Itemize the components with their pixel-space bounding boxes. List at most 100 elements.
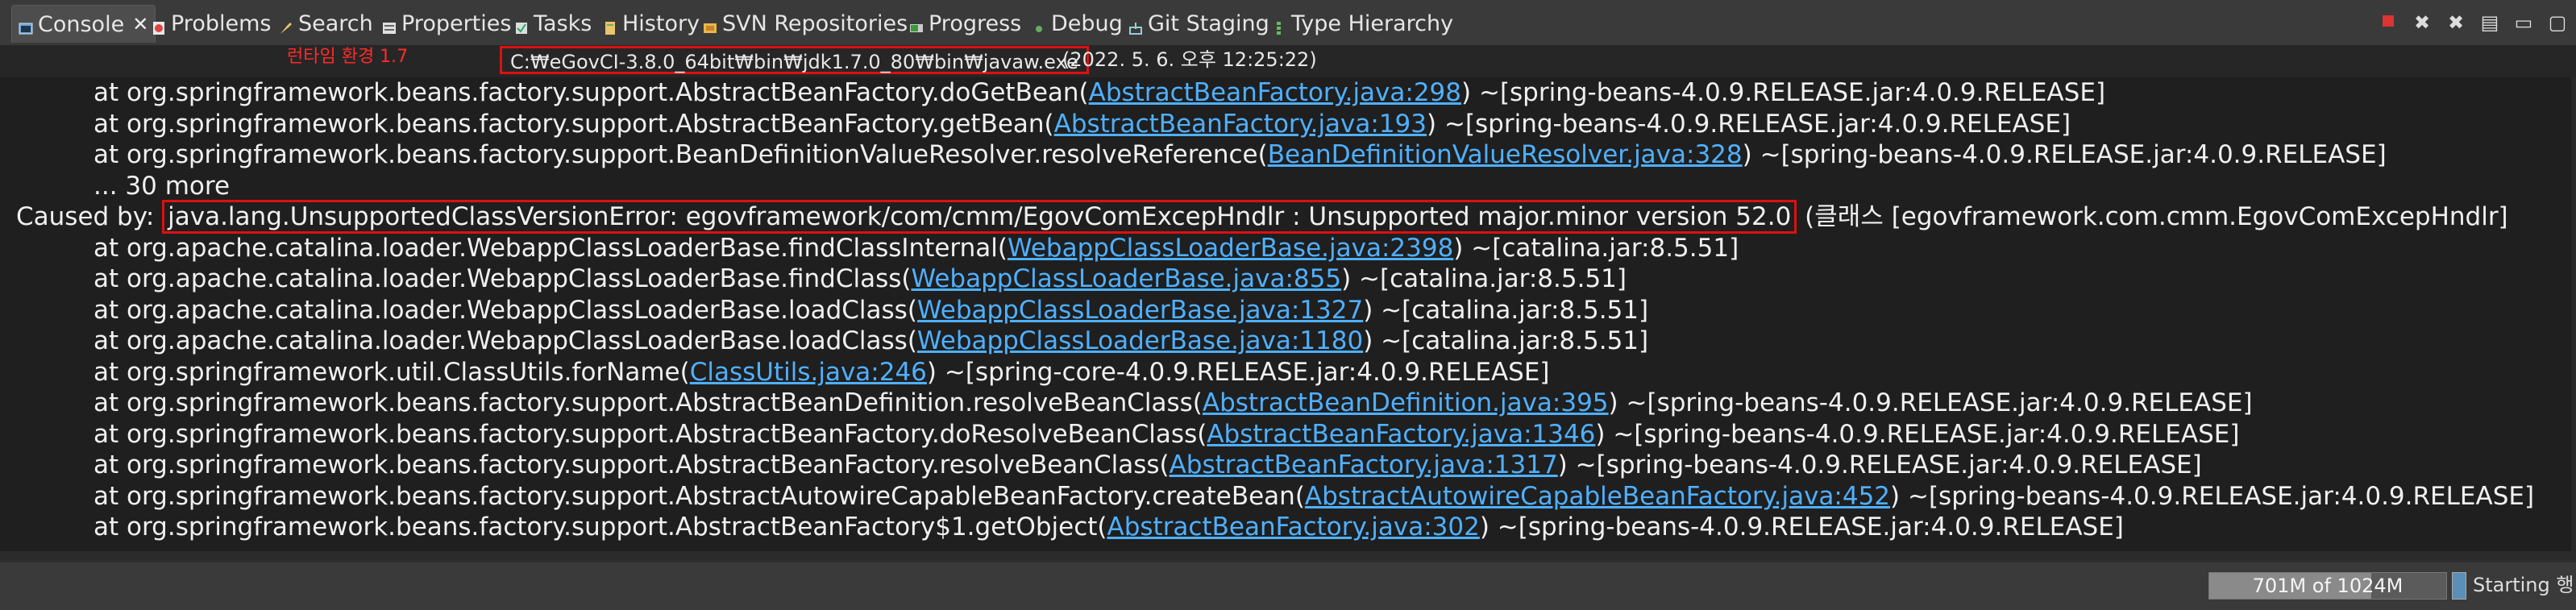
status-bar — [0, 561, 2576, 610]
stack-text: at org.apache.catalina.loader.WebappClas… — [93, 264, 912, 293]
tab-label: Debug — [1051, 10, 1123, 36]
stack-suffix: ) ~[spring-beans-4.0.9.RELEASE.jar:4.0.9… — [1595, 420, 2240, 449]
tab-label: Progress — [929, 10, 1022, 36]
tab-label: Git Staging — [1148, 10, 1269, 36]
tab-type-hierarchy[interactable]: Type Hierarchy — [1272, 5, 1453, 42]
stack-text: at org.springframework.beans.factory.sup… — [93, 110, 1054, 139]
tab-properties[interactable]: Properties — [382, 5, 511, 42]
maximize-icon[interactable]: ▢ — [2547, 12, 2568, 33]
tab-label: Tasks — [534, 10, 592, 36]
stack-line: at org.springframework.beans.factory.sup… — [93, 77, 2105, 108]
stack-text: at org.apache.catalina.loader.WebappClas… — [93, 326, 917, 355]
stack-line: at org.springframework.beans.factory.sup… — [93, 481, 2534, 512]
source-link[interactable]: AbstractBeanFactory.java:1346 — [1207, 420, 1595, 449]
stack-suffix: ) ~[spring-beans-4.0.9.RELEASE.jar:4.0.9… — [1461, 78, 2106, 107]
remove-launch-icon[interactable]: ✖ — [2412, 12, 2433, 33]
stack-text: at org.springframework.beans.factory.sup… — [93, 388, 1203, 417]
garbage-collect-icon[interactable] — [2452, 572, 2466, 600]
stack-suffix: ) ~[catalina.jar:8.5.51] — [1453, 234, 1739, 263]
search-icon — [279, 16, 293, 34]
history-icon — [603, 16, 617, 35]
horizontal-scrollbar[interactable] — [0, 551, 2576, 561]
window-controls: ✖ ✖ ▤ ▭ ▢ — [2378, 6, 2568, 39]
tab-search[interactable]: Search — [279, 5, 373, 42]
stack-line: at org.apache.catalina.loader.WebappClas… — [93, 295, 1648, 326]
tab-label: Console — [38, 11, 125, 37]
stack-line: at org.springframework.beans.factory.sup… — [93, 109, 2071, 139]
close-icon[interactable]: ✕ — [132, 13, 148, 35]
stack-suffix: ) ~[catalina.jar:8.5.51] — [1363, 296, 1649, 325]
stack-suffix: ) ~[catalina.jar:8.5.51] — [1363, 326, 1649, 355]
source-link[interactable]: AbstractBeanFactory.java:193 — [1054, 110, 1427, 139]
stack-text: at org.springframework.beans.factory.sup… — [93, 450, 1170, 479]
source-link[interactable]: AbstractBeanDefinition.java:395 — [1203, 388, 1609, 417]
stack-text: at org.springframework.beans.factory.sup… — [93, 512, 1107, 542]
scroll-lock-icon[interactable]: ▤ — [2479, 12, 2500, 33]
stack-suffix: ) ~[catalina.jar:8.5.51] — [1341, 264, 1627, 293]
error-message-highlight: java.lang.UnsupportedClassVersionError: … — [162, 200, 1797, 234]
view-tab-bar: Console ✕ Problems Search Properties Tas… — [0, 0, 2576, 47]
stack-text: ... 30 more — [93, 172, 231, 201]
vertical-scrollbar[interactable] — [2571, 77, 2576, 551]
stack-text: at org.apache.catalina.loader.WebappClas… — [93, 296, 917, 325]
source-link[interactable]: AbstractBeanFactory.java:298 — [1089, 78, 1461, 107]
stack-line: at org.apache.catalina.loader.WebappClas… — [93, 326, 1648, 356]
stack-text: at org.springframework.beans.factory.sup… — [93, 140, 1268, 169]
stack-suffix: ) ~[spring-beans-4.0.9.RELEASE.jar:4.0.9… — [1427, 110, 2071, 139]
caused-by-line: Caused by: java.lang.UnsupportedClassVer… — [16, 200, 2508, 234]
type-hierarchy-icon — [1272, 16, 1286, 35]
tab-tasks[interactable]: Tasks — [514, 5, 592, 42]
tab-label: Search — [298, 10, 373, 36]
properties-icon — [382, 16, 397, 34]
minimize-icon[interactable]: ▭ — [2513, 12, 2534, 33]
stack-text: at org.springframework.beans.factory.sup… — [93, 482, 1305, 511]
stack-line: at org.springframework.beans.factory.sup… — [93, 450, 2202, 480]
caused-by-label: Caused by: — [16, 202, 163, 231]
source-link[interactable]: WebappClassLoaderBase.java:1180 — [917, 326, 1363, 355]
tab-problems[interactable]: Problems — [152, 5, 271, 42]
source-link[interactable]: AbstractAutowireCapableBeanFactory.java:… — [1305, 482, 1890, 511]
stack-line: at org.springframework.beans.factory.sup… — [93, 139, 2387, 170]
runtime-annotation: 런타임 환경 1.7 — [287, 47, 409, 67]
stack-suffix: ) ~[spring-beans-4.0.9.RELEASE.jar:4.0.9… — [1479, 512, 2124, 542]
tab-history[interactable]: History — [603, 5, 700, 42]
tab-progress[interactable]: Progress — [909, 5, 1021, 42]
git-staging-icon — [1128, 16, 1143, 35]
stack-line: at org.springframework.beans.factory.sup… — [93, 388, 2253, 418]
stack-suffix: ) ~[spring-beans-4.0.9.RELEASE.jar:4.0.9… — [1890, 482, 2535, 511]
source-link[interactable]: WebappClassLoaderBase.java:855 — [912, 264, 1342, 293]
tab-svn-repositories[interactable]: SVN Repositories — [703, 5, 908, 42]
tab-label: Properties — [401, 10, 512, 36]
tab-git-staging[interactable]: Git Staging — [1128, 5, 1269, 42]
stack-line: at org.springframework.util.ClassUtils.f… — [93, 357, 1550, 388]
heap-status[interactable]: 701M of 1024M — [2208, 572, 2447, 600]
progress-icon — [909, 16, 924, 32]
svn-icon — [703, 16, 717, 33]
tab-label: History — [622, 10, 700, 36]
error-suffix: (클래스 [egovframework.com.cmm.EgovComExcep… — [1797, 202, 2508, 231]
tab-debug[interactable]: Debug — [1032, 5, 1123, 42]
stack-text: at org.springframework.beans.factory.sup… — [93, 420, 1207, 449]
stack-line: at org.springframework.beans.factory.sup… — [93, 419, 2239, 450]
remove-all-icon[interactable]: ✖ — [2445, 12, 2466, 33]
source-link[interactable]: WebappClassLoaderBase.java:1327 — [917, 296, 1363, 325]
terminate-icon[interactable] — [2378, 12, 2399, 33]
stack-suffix: ) ~[spring-core-4.0.9.RELEASE.jar:4.0.9.… — [926, 358, 1550, 387]
source-link[interactable]: AbstractBeanFactory.java:302 — [1107, 512, 1480, 542]
source-link[interactable]: AbstractBeanFactory.java:1317 — [1170, 450, 1558, 479]
source-link[interactable]: WebappClassLoaderBase.java:2398 — [1008, 234, 1453, 263]
tab-label: SVN Repositories — [722, 10, 908, 36]
source-link[interactable]: ClassUtils.java:246 — [690, 358, 927, 387]
stack-line: at org.apache.catalina.loader.WebappClas… — [93, 264, 1627, 294]
tab-label: Type Hierarchy — [1291, 10, 1454, 36]
progress-status: Starting 행 — [2473, 574, 2574, 596]
stack-line: at org.springframework.beans.factory.sup… — [93, 512, 2124, 542]
source-link[interactable]: BeanDefinitionValueResolver.java:328 — [1268, 140, 1743, 169]
tab-console[interactable]: Console ✕ — [11, 5, 156, 43]
runtime-path: C:₩eGovCI-3.8.0_64bit₩bin₩jdk1.7.0_80₩bi… — [500, 46, 1089, 74]
debug-icon — [1032, 16, 1046, 32]
stack-suffix: ) ~[spring-beans-4.0.9.RELEASE.jar:4.0.9… — [1557, 450, 2202, 479]
console-output[interactable]: at org.springframework.beans.factory.sup… — [0, 77, 2576, 551]
tasks-icon — [514, 16, 529, 34]
stack-text: at org.springframework.beans.factory.sup… — [93, 78, 1089, 107]
